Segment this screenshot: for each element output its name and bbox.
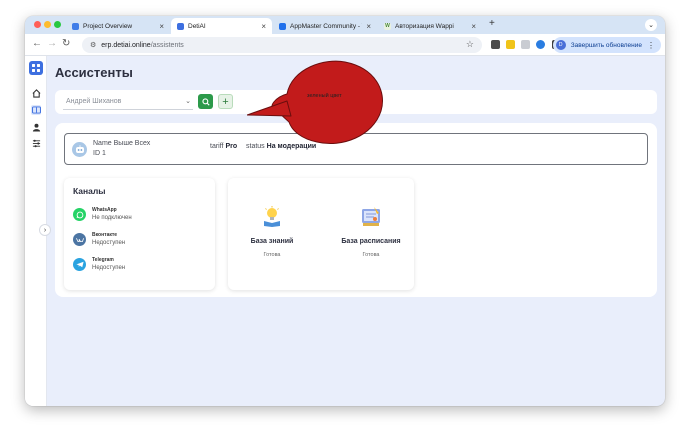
- more-menu-icon[interactable]: ⋮: [647, 41, 655, 50]
- minimize-window-button[interactable]: [44, 21, 51, 28]
- url-host: erp.detiai.online: [101, 41, 151, 49]
- annotation-speech-bubble: [247, 60, 383, 144]
- browser-toolbar: ← → ↻ ⚙ erp.detiai.online/assistents ☆ D…: [25, 34, 665, 56]
- channels-title: Каналы: [73, 186, 106, 196]
- schedule-base-item[interactable]: База расписания Готова: [331, 205, 411, 258]
- search-icon: [201, 97, 210, 106]
- tab-appmaster-community[interactable]: AppMaster Community - Th ×: [273, 18, 377, 34]
- close-icon[interactable]: ×: [261, 22, 266, 31]
- name-label: Name: [93, 140, 112, 147]
- assistants-panel: Name Выше Всех ID 1 tariff Pro status На…: [55, 123, 657, 297]
- knowledge-base-title: База знаний: [250, 238, 294, 245]
- channel-name: Telegram: [92, 257, 114, 263]
- channel-status: Недоступен: [92, 240, 126, 246]
- knowledge-base-status: Готова: [362, 252, 380, 258]
- assistant-tariff: tariff Pro: [210, 143, 237, 150]
- whatsapp-icon: [73, 208, 86, 221]
- appmaster-icon: [279, 22, 286, 30]
- tab-label: Project Overview: [83, 22, 133, 30]
- maximize-window-button[interactable]: [54, 21, 61, 28]
- channels-card: Каналы WhatsApp Не подключен Вконтакте Н…: [64, 178, 215, 290]
- lightbulb-book-icon: [264, 206, 280, 227]
- tab-project-overview[interactable]: Project Overview ×: [66, 18, 170, 34]
- finish-update-button[interactable]: D Завершить обновление ⋮: [552, 37, 661, 53]
- forward-arrow-icon[interactable]: →: [47, 38, 57, 49]
- update-label: Завершить обновление: [570, 41, 642, 49]
- tab-label: DetiAI: [188, 22, 206, 30]
- assistant-select-value: Андрей Шиханов: [66, 98, 122, 105]
- app-grid-icon: [177, 22, 184, 30]
- knowledge-base-status: Готова: [263, 252, 281, 258]
- assistant-name: Name Выше Всех: [93, 140, 150, 147]
- wappi-icon: W: [384, 22, 391, 30]
- address-bar[interactable]: ⚙ erp.detiai.online/assistents ☆: [82, 37, 482, 53]
- extension-icon[interactable]: [506, 40, 515, 49]
- user-icon[interactable]: [31, 122, 41, 132]
- tariff-value: Pro: [225, 143, 238, 150]
- assistant-select[interactable]: Андрей Шиханов ⌄: [63, 94, 193, 110]
- channel-status: Недоступен: [92, 265, 126, 271]
- knowledge-bases-card: База знаний Готова База расписания Готов…: [228, 178, 414, 290]
- channel-name: WhatsApp: [92, 207, 117, 213]
- browser-window: Project Overview × DetiAI × AppMaster Co…: [25, 16, 665, 406]
- tab-label: AppMaster Community - Th: [290, 22, 363, 30]
- telegram-icon: [73, 258, 86, 271]
- board-icon: [72, 22, 79, 30]
- bot-avatar-icon: [72, 142, 87, 157]
- app-logo-icon[interactable]: [29, 61, 43, 75]
- tab-label: Авторизация Wappi: [395, 22, 454, 30]
- name-value: Выше Всех: [113, 140, 151, 147]
- url-path: /assistents: [150, 41, 184, 49]
- tab-wappi-auth[interactable]: W Авторизация Wappi ×: [378, 18, 482, 34]
- sliders-icon[interactable]: [31, 138, 41, 148]
- tab-search-chevron-icon[interactable]: ⌄: [645, 19, 657, 31]
- close-icon[interactable]: ×: [366, 22, 371, 31]
- page-title: Ассистенты: [55, 65, 133, 80]
- schedule-board-icon: [362, 207, 380, 226]
- add-assistant-button[interactable]: +: [218, 94, 233, 109]
- chevron-down-icon[interactable]: ⌄: [185, 97, 191, 105]
- close-icon[interactable]: ×: [471, 22, 476, 31]
- close-icon[interactable]: ×: [159, 22, 164, 31]
- channel-name: Вконтакте: [92, 232, 118, 238]
- site-settings-icon[interactable]: ⚙: [90, 41, 96, 49]
- channel-status: Не подключен: [92, 215, 132, 221]
- bookmark-star-icon[interactable]: ☆: [466, 39, 474, 50]
- expand-sidebar-chevron-icon[interactable]: ›: [39, 224, 51, 236]
- new-tab-button[interactable]: +: [489, 18, 495, 29]
- assistant-id: ID 1: [93, 150, 106, 157]
- extension-icon[interactable]: [521, 40, 530, 49]
- extension-icon[interactable]: [491, 40, 500, 49]
- id-value: 1: [101, 150, 106, 157]
- reload-icon[interactable]: ↻: [62, 38, 70, 49]
- close-window-button[interactable]: [34, 21, 41, 28]
- assistants-card-icon[interactable]: [31, 105, 41, 115]
- vk-icon: [73, 233, 86, 246]
- tariff-label: tariff: [210, 143, 224, 150]
- back-arrow-icon[interactable]: ←: [32, 38, 42, 49]
- knowledge-base-item[interactable]: База знаний Готова: [232, 205, 312, 258]
- tab-strip: Project Overview × DetiAI × AppMaster Co…: [25, 16, 665, 34]
- profile-avatar[interactable]: D: [555, 40, 566, 50]
- knowledge-base-title: База расписания: [341, 238, 401, 245]
- tab-detiai[interactable]: DetiAI ×: [171, 18, 272, 34]
- annotation-text: зеленый цвет: [307, 93, 342, 99]
- extension-icon[interactable]: [536, 40, 545, 49]
- id-label: ID: [93, 150, 100, 157]
- home-icon[interactable]: [31, 88, 41, 98]
- search-button[interactable]: [198, 94, 213, 109]
